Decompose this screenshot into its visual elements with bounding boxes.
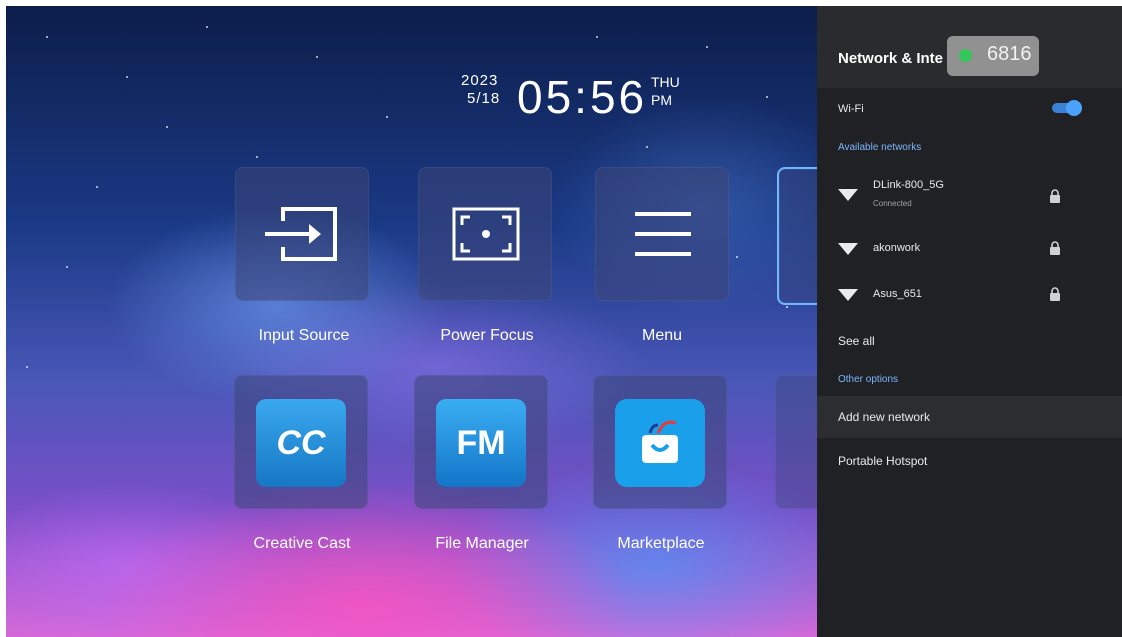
lock-icon xyxy=(1050,241,1060,255)
network-name: akonwork xyxy=(873,242,921,254)
overlay-badge-text: 6816 xyxy=(987,43,1032,65)
wifi-signal-icon xyxy=(838,243,858,255)
portable-hotspot-item[interactable]: Portable Hotspot xyxy=(817,446,1122,476)
lock-icon xyxy=(1050,189,1060,203)
wifi-signal-icon xyxy=(838,189,858,201)
clock-ampm: PM xyxy=(651,92,672,108)
other-options-heading: Other options xyxy=(838,374,899,385)
app-tile-power-focus[interactable] xyxy=(418,167,552,301)
network-item[interactable]: DLink-800_5G Connected xyxy=(817,171,1122,213)
network-settings-panel: Network & Inte 6816 Wi-Fi Available netw… xyxy=(817,6,1122,637)
app-tile-menu[interactable] xyxy=(595,167,729,301)
app-label-file-manager: File Manager xyxy=(435,535,529,552)
portable-hotspot-label: Portable Hotspot xyxy=(838,454,928,468)
app-tile-creative-cast[interactable]: CC xyxy=(234,375,368,509)
panel-header: Network & Inte 6816 xyxy=(817,6,1122,88)
wifi-signal-icon xyxy=(838,289,858,301)
app-label-menu: Menu xyxy=(641,327,683,344)
add-new-network-label: Add new network xyxy=(838,410,931,424)
power-focus-icon xyxy=(452,207,520,261)
menu-icon xyxy=(635,212,691,256)
app-label-power-focus: Power Focus xyxy=(440,327,534,344)
marketplace-icon xyxy=(615,399,705,487)
network-name: DLink-800_5G xyxy=(873,179,944,191)
clock-date: 5/18 xyxy=(467,90,501,107)
clock-year: 2023 xyxy=(461,72,499,89)
app-label-creative-cast: Creative Cast xyxy=(253,535,351,552)
network-status: Connected xyxy=(873,199,912,208)
add-new-network-item[interactable]: Add new network xyxy=(817,396,1122,438)
available-networks-heading: Available networks xyxy=(838,142,922,153)
app-tile-marketplace[interactable] xyxy=(593,375,727,509)
clock-weekday: THU xyxy=(651,74,680,90)
network-item[interactable]: akonwork xyxy=(817,228,1122,268)
app-tile-input-source[interactable] xyxy=(235,167,369,301)
network-name: Asus_651 xyxy=(873,288,922,300)
status-dot-icon xyxy=(959,49,972,62)
overlay-badge: 6816 xyxy=(947,36,1039,76)
app-tile-file-manager[interactable]: FM xyxy=(414,375,548,509)
lock-icon xyxy=(1050,287,1060,301)
clock-time: 05:56 xyxy=(517,71,648,123)
input-source-icon xyxy=(265,207,337,261)
creative-cast-icon: CC xyxy=(256,399,346,487)
see-all-label: See all xyxy=(838,334,875,348)
panel-title: Network & Inte xyxy=(838,50,944,67)
app-label-marketplace: Marketplace xyxy=(617,535,705,552)
network-item[interactable]: Asus_651 xyxy=(817,274,1122,314)
wifi-label: Wi-Fi xyxy=(838,103,864,115)
see-all-item[interactable]: See all xyxy=(817,326,1122,356)
file-manager-icon: FM xyxy=(436,399,526,487)
wifi-toggle-switch[interactable] xyxy=(1052,100,1082,116)
app-label-input-source: Input Source xyxy=(258,327,350,344)
